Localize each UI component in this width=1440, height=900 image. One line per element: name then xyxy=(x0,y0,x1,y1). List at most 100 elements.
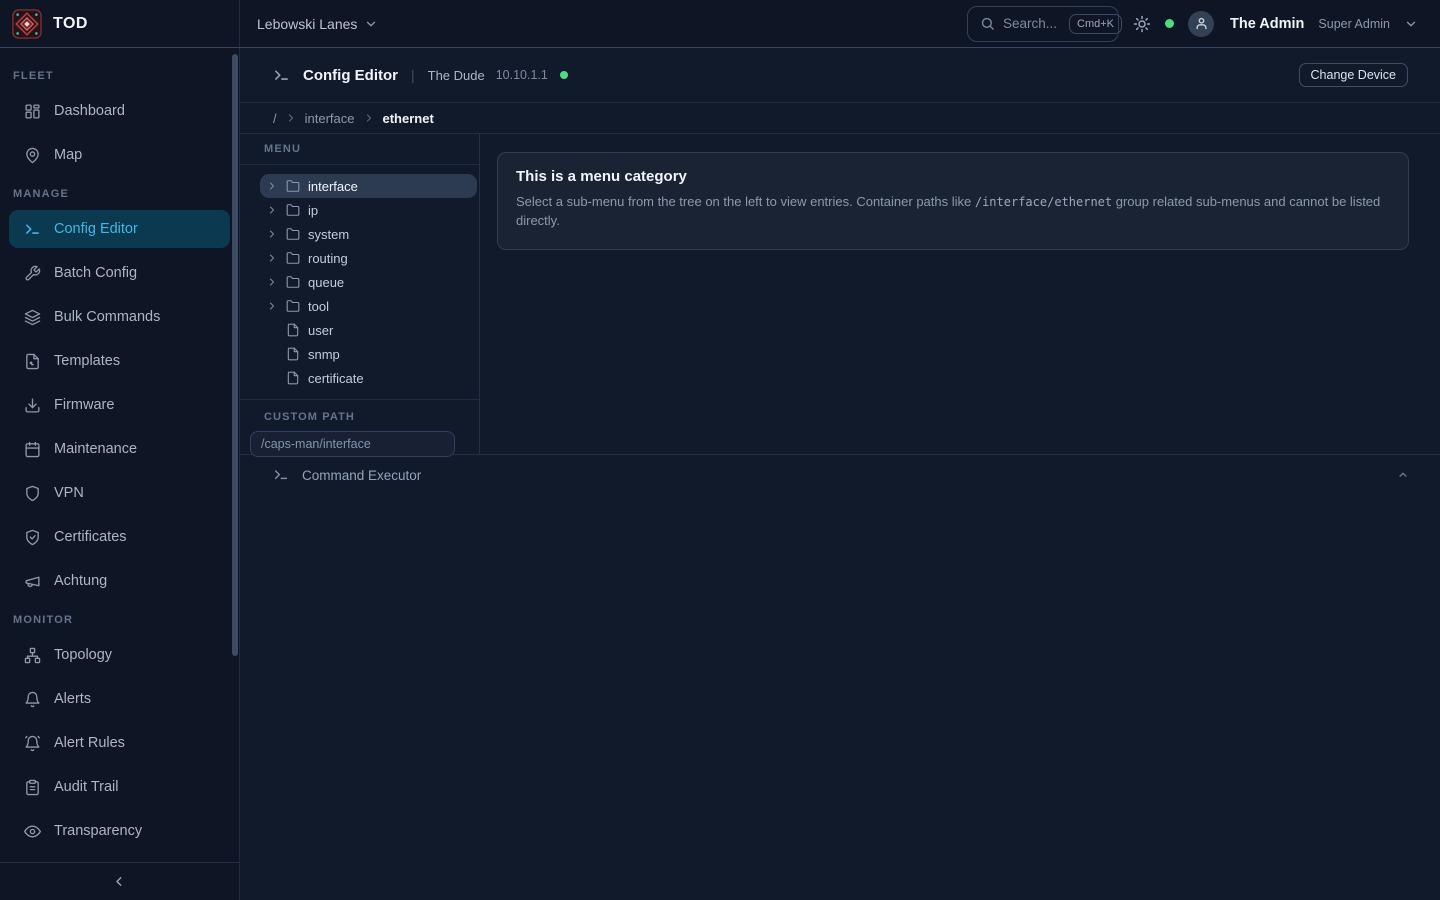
connection-status-dot xyxy=(1165,19,1174,28)
sidebar-item-achtung[interactable]: Achtung xyxy=(9,562,230,600)
tree-item-certificate[interactable]: certificate xyxy=(260,366,477,390)
sidebar-item-templates[interactable]: Templates xyxy=(9,342,230,380)
sidebar-scrollbar[interactable] xyxy=(232,54,238,656)
chevron-right-icon[interactable] xyxy=(266,252,286,264)
sidebar-item-map[interactable]: Map xyxy=(9,136,230,174)
chevron-right-icon[interactable] xyxy=(266,300,286,312)
sidebar-item-label: VPN xyxy=(54,485,84,501)
change-device-button[interactable]: Change Device xyxy=(1299,63,1408,87)
terminal-icon xyxy=(24,221,41,238)
breadcrumb-current: ethernet xyxy=(383,111,434,126)
tree-item-system[interactable]: system xyxy=(260,222,477,246)
global-search[interactable]: Cmd+K xyxy=(967,6,1119,42)
wrench-icon xyxy=(24,265,41,282)
sidebar-item-label: Alert Rules xyxy=(54,735,125,751)
section-label: MONITOR xyxy=(0,614,239,636)
section-label: MANAGE xyxy=(0,188,239,210)
menu-tree-panel: MENU interfaceipsystem routing queue tool us… xyxy=(240,134,480,454)
sidebar-item-dashboard[interactable]: Dashboard xyxy=(9,92,230,130)
download-icon xyxy=(24,397,41,414)
chevron-right-icon xyxy=(363,112,375,124)
clipboard-icon xyxy=(24,779,41,796)
theme-toggle-sun-icon[interactable] xyxy=(1133,15,1151,33)
user-name: The Admin xyxy=(1230,16,1304,32)
calendar-icon xyxy=(24,441,41,458)
device-online-dot xyxy=(560,71,568,79)
chevron-right-icon[interactable] xyxy=(266,180,286,192)
page-title: Config Editor xyxy=(303,67,398,84)
sidebar-item-transparency[interactable]: Transparency xyxy=(9,812,230,850)
chevron-right-icon[interactable] xyxy=(266,228,286,240)
command-executor-label: Command Executor xyxy=(302,468,421,483)
map-pin-icon xyxy=(24,147,41,164)
custom-path-section: CUSTOM PATH xyxy=(240,400,479,457)
sidebar-item-label: Maintenance xyxy=(54,441,137,457)
tree-item-ip[interactable]: ip xyxy=(260,198,477,222)
avatar[interactable] xyxy=(1188,11,1214,37)
sidebar-item-firmware[interactable]: Firmware xyxy=(9,386,230,424)
search-input[interactable] xyxy=(1003,16,1061,31)
sidebar-item-alert-rules[interactable]: Alert Rules xyxy=(9,724,230,762)
bell-icon xyxy=(24,691,41,708)
folder-icon xyxy=(286,251,308,265)
tree-item-routing[interactable]: routing xyxy=(260,246,477,270)
dashboard-icon xyxy=(24,103,41,120)
search-shortcut-badge: Cmd+K xyxy=(1069,14,1122,34)
user-menu-chevron-down-icon[interactable] xyxy=(1404,17,1418,31)
folder-icon xyxy=(286,227,308,241)
menu-category-info-card: This is a menu category Select a sub-men… xyxy=(497,152,1409,250)
sidebar-item-maintenance[interactable]: Maintenance xyxy=(9,430,230,468)
tree-item-label: snmp xyxy=(308,347,340,362)
chevron-right-icon[interactable] xyxy=(266,276,286,288)
tree-item-label: certificate xyxy=(308,371,364,386)
sidebar-item-audit-trail[interactable]: Audit Trail xyxy=(9,768,230,806)
layers-icon xyxy=(24,309,41,326)
menu-tree: interfaceipsystem routing queue tool user snm… xyxy=(240,165,479,390)
topology-icon xyxy=(24,647,41,664)
org-name: Lebowski Lanes xyxy=(257,16,357,32)
sidebar-item-label: Firmware xyxy=(54,397,114,413)
tree-item-label: queue xyxy=(308,275,344,290)
tree-item-interface[interactable]: interface xyxy=(260,174,477,198)
tree-item-label: tool xyxy=(308,299,329,314)
sidebar-item-label: Batch Config xyxy=(54,265,137,281)
chevron-left-icon xyxy=(112,874,127,889)
eye-icon xyxy=(24,823,41,840)
chevron-up-icon[interactable] xyxy=(1396,468,1410,482)
org-switcher[interactable]: Lebowski Lanes xyxy=(257,16,378,32)
tree-item-user[interactable]: user xyxy=(260,318,477,342)
chevron-right-icon[interactable] xyxy=(266,204,286,216)
device-name: The Dude xyxy=(428,68,485,83)
sidebar-item-config-editor[interactable]: Config Editor xyxy=(9,210,230,248)
tree-item-label: routing xyxy=(308,251,348,266)
workspace: MENU interfaceipsystem routing queue tool us… xyxy=(240,134,1440,455)
file-icon xyxy=(286,371,308,385)
sidebar-section-manage: MANAGEConfig Editor Batch Config Bulk Comm… xyxy=(0,188,239,600)
topbar: TOD Lebowski Lanes Cmd+K The Admin Super… xyxy=(0,0,1440,48)
terminal-icon xyxy=(273,67,290,84)
topbar-right: Cmd+K The Admin Super Admin xyxy=(967,6,1440,42)
file-template-icon xyxy=(24,353,41,370)
sidebar-item-label: Achtung xyxy=(54,573,107,589)
terminal-icon xyxy=(273,467,289,483)
sidebar-item-bulk-commands[interactable]: Bulk Commands xyxy=(9,298,230,336)
info-text-before: Select a sub-menu from the tree on the l… xyxy=(516,194,975,209)
breadcrumb-interface[interactable]: interface xyxy=(305,111,355,126)
sidebar-item-alerts[interactable]: Alerts xyxy=(9,680,230,718)
tree-item-queue[interactable]: queue xyxy=(260,270,477,294)
tree-item-snmp[interactable]: snmp xyxy=(260,342,477,366)
sidebar-item-vpn[interactable]: VPN xyxy=(9,474,230,512)
sidebar-item-topology[interactable]: Topology xyxy=(9,636,230,674)
custom-path-input[interactable] xyxy=(250,431,455,457)
tree-item-tool[interactable]: tool xyxy=(260,294,477,318)
search-icon xyxy=(980,16,995,31)
sidebar-collapse-button[interactable] xyxy=(0,862,239,900)
sidebar-item-label: Map xyxy=(54,147,82,163)
sidebar-item-certificates[interactable]: Certificates xyxy=(9,518,230,556)
breadcrumb-root[interactable]: / xyxy=(273,111,277,126)
menu-panel-heading: MENU xyxy=(240,143,479,164)
command-executor-bar[interactable]: Command Executor xyxy=(240,455,1440,495)
sidebar-section-fleet: FLEETDashboardMap xyxy=(0,70,239,174)
sidebar-item-batch-config[interactable]: Batch Config xyxy=(9,254,230,292)
sidebar-item-label: Certificates xyxy=(54,529,127,545)
